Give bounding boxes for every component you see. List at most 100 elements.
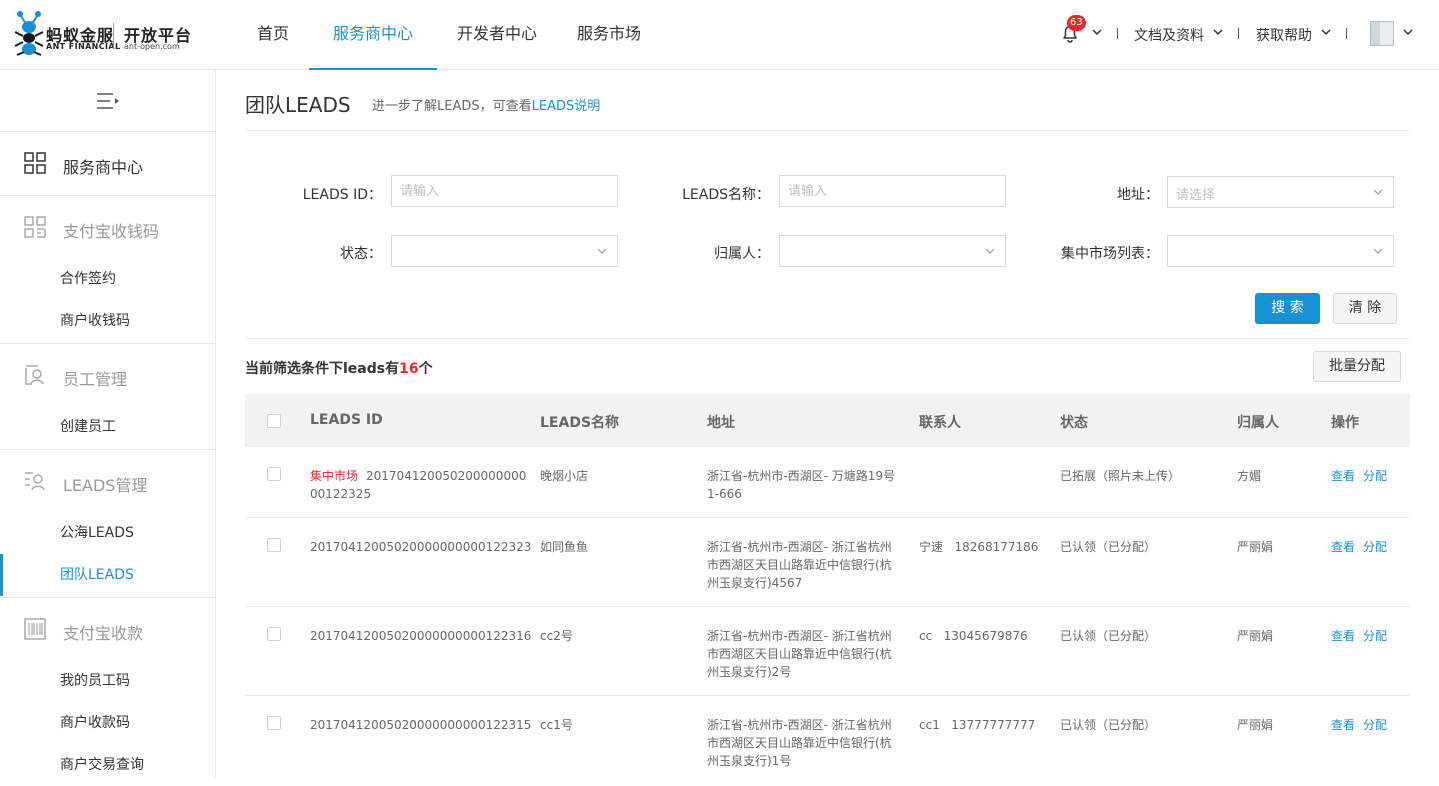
chevron-down-icon[interactable]	[1213, 28, 1223, 36]
leads-doc-link[interactable]: LEADS说明	[532, 99, 601, 114]
chevron-down-icon	[985, 248, 995, 254]
cell-contact: cc 13045679876	[919, 629, 1028, 643]
sidebar-item-public-leads[interactable]: 公海LEADS	[0, 512, 215, 554]
page-description: 进一步了解LEADS，可查看LEADS说明	[372, 95, 600, 114]
table-row: 20170412005020000000000122323 如同鱼鱼 浙江省-杭…	[245, 518, 1410, 607]
cell-actions: 查看 分配	[1331, 467, 1395, 485]
chevron-down-icon[interactable]	[1092, 28, 1102, 36]
row-checkbox[interactable]	[267, 627, 281, 641]
cell-owner: 严丽娟	[1237, 540, 1274, 554]
sidebar-group-provider-center[interactable]: 服务商中心	[0, 132, 215, 196]
chevron-down-icon[interactable]	[1321, 28, 1331, 36]
sidebar-item-team-leads[interactable]: 团队LEADS	[0, 554, 215, 596]
address-select[interactable]: 请选择	[1167, 176, 1394, 208]
main-nav: 首页 服务商中心 开发者中心 服务市场	[237, 0, 661, 70]
help-menu[interactable]: 获取帮助	[1256, 25, 1312, 45]
cell-actions: 查看 分配	[1331, 627, 1395, 645]
view-link[interactable]: 查看	[1331, 718, 1355, 732]
row-checkbox[interactable]	[267, 467, 281, 481]
notification-badge: 63	[1067, 15, 1086, 31]
logo-url: ant-open.com	[124, 42, 180, 51]
nav-developer-center[interactable]: 开发者中心	[437, 0, 557, 70]
view-link[interactable]: 查看	[1331, 469, 1355, 483]
batch-assign-button[interactable]: 批量分配	[1313, 351, 1401, 382]
owner-label: 归属人：	[714, 246, 770, 262]
page-header: 团队LEADS 进一步了解LEADS，可查看LEADS说明	[245, 70, 1410, 131]
assign-link[interactable]: 分配	[1363, 629, 1387, 643]
sidebar-item-merchant-qr[interactable]: 商户收钱码	[0, 300, 215, 342]
sidebar-item-merchant-trade-query[interactable]: 商户交易查询	[0, 744, 215, 786]
sidebar-group-alipay-qr[interactable]: 支付宝收钱码	[0, 196, 215, 260]
tool-divider	[1346, 28, 1347, 39]
market-tag: 集中市场	[310, 469, 359, 483]
cell-leads-name: cc1号	[540, 718, 573, 732]
sidebar: 服务商中心 支付宝收钱码 合作签约 商户收钱码 员工管理 创建员工 LEADS管…	[0, 70, 216, 778]
table-row: 20170412005020000000000122315 cc1号 浙江省-杭…	[245, 696, 1410, 778]
address-placeholder: 请选择	[1176, 188, 1216, 203]
chevron-down-icon	[1373, 248, 1383, 254]
menu-collapse-icon[interactable]	[96, 92, 120, 110]
nav-service-market[interactable]: 服务市场	[557, 0, 661, 70]
cell-status: 已拓展（照片未上传）	[1060, 469, 1181, 483]
cell-status: 已认领（已分配）	[1060, 629, 1157, 643]
chevron-down-icon	[1373, 189, 1383, 195]
view-link[interactable]: 查看	[1331, 540, 1355, 554]
leads-id-input[interactable]	[391, 175, 618, 207]
view-link[interactable]: 查看	[1331, 629, 1355, 643]
sidebar-group-label: 服务商中心	[63, 158, 144, 177]
row-checkbox[interactable]	[267, 716, 281, 730]
cell-owner: 方媚	[1237, 469, 1262, 483]
clear-button[interactable]: 清 除	[1333, 293, 1397, 324]
cell-leads-id: 20170412005020000000000122323	[310, 540, 532, 554]
column-header: LEADS名称	[540, 415, 620, 431]
page-description-text: 进一步了解LEADS，可查看	[372, 99, 532, 114]
cell-actions: 查看 分配	[1331, 538, 1395, 556]
result-count-prefix: 当前筛选条件下leads有	[245, 361, 400, 377]
leads-name-input[interactable]	[779, 175, 1006, 207]
assign-link[interactable]: 分配	[1363, 469, 1387, 483]
leads-icon	[25, 472, 45, 491]
column-header: 归属人	[1237, 415, 1279, 431]
cell-status: 已认领（已分配）	[1060, 718, 1157, 732]
sidebar-group-alipay-collect[interactable]: 支付宝收款	[0, 598, 215, 662]
column-header: LEADS ID	[310, 412, 383, 428]
sidebar-group-leads[interactable]: LEADS管理	[0, 450, 215, 514]
status-select[interactable]	[391, 235, 618, 267]
filter-divider	[245, 338, 1410, 339]
qr-grid-icon	[24, 216, 46, 238]
leads-name-label: LEADS名称：	[682, 187, 770, 203]
cell-leads-id: 20170412005020000000000122316	[310, 629, 532, 643]
docs-menu[interactable]: 文档及资料	[1134, 25, 1204, 45]
search-button[interactable]: 搜 索	[1255, 293, 1320, 324]
sidebar-item-my-staff-code[interactable]: 我的员工码	[0, 660, 215, 702]
result-count-number: 16	[399, 361, 419, 377]
result-count-suffix: 个	[418, 361, 433, 377]
sidebar-group-staff[interactable]: 员工管理	[0, 344, 215, 408]
cell-owner: 严丽娟	[1237, 718, 1274, 732]
assign-link[interactable]: 分配	[1363, 718, 1387, 732]
chevron-down-icon[interactable]	[1403, 28, 1413, 36]
chevron-down-icon	[597, 248, 607, 254]
cell-address: 浙江省-杭州市-西湖区- 浙江省杭州市西湖区天目山路靠近中信银行(杭州玉泉支行)…	[707, 718, 892, 768]
ant-financial-logo[interactable]: 蚂蚁金服 ANT FINANCIAL 开放平台 ant-open.com	[12, 10, 192, 58]
cell-contact: cc1 13777777777	[919, 718, 1036, 732]
table-row: 20170412005020000000000122316 cc2号 浙江省-杭…	[245, 607, 1410, 696]
cell-leads-id: 20170412005020000000000122315	[310, 718, 532, 732]
sidebar-item-create-staff[interactable]: 创建员工	[0, 406, 215, 448]
row-checkbox[interactable]	[267, 538, 281, 552]
table-header: LEADS ID LEADS名称 地址 联系人 状态 归属人 操作	[245, 394, 1410, 447]
nav-provider-center[interactable]: 服务商中心	[309, 0, 438, 70]
owner-select[interactable]	[779, 235, 1006, 267]
logo-divider	[113, 23, 114, 49]
result-count: 当前筛选条件下leads有16个	[245, 358, 433, 378]
market-list-select[interactable]	[1167, 235, 1394, 267]
sidebar-item-cooperation[interactable]: 合作签约	[0, 258, 215, 300]
ant-logo-icon	[14, 11, 44, 56]
assign-link[interactable]: 分配	[1363, 540, 1387, 554]
cell-actions: 查看 分配	[1331, 716, 1395, 734]
nav-home[interactable]: 首页	[237, 0, 309, 70]
select-all-checkbox[interactable]	[267, 414, 281, 428]
cell-owner: 严丽娟	[1237, 629, 1274, 643]
sidebar-item-merchant-collect-code[interactable]: 商户收款码	[0, 702, 215, 744]
avatar[interactable]	[1370, 21, 1394, 46]
